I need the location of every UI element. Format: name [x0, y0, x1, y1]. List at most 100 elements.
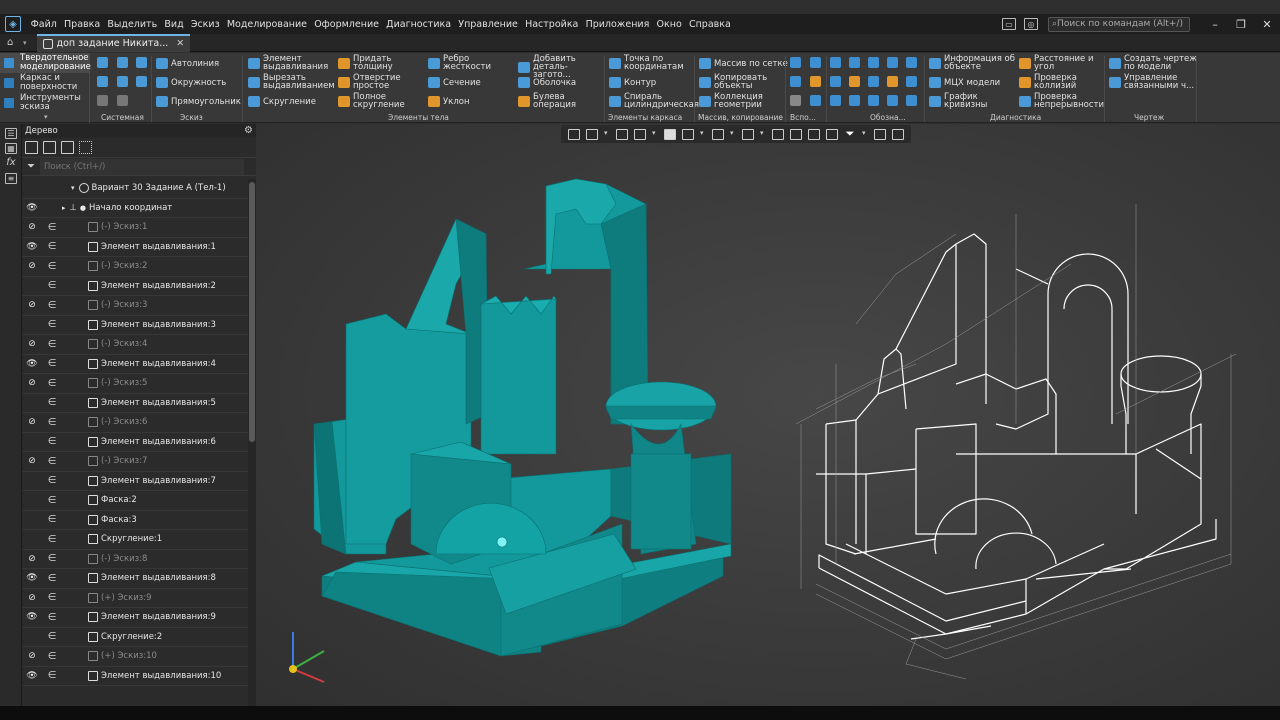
close-button[interactable]: ✕: [1254, 18, 1280, 31]
polyline-button[interactable]: Автолиния: [156, 58, 219, 69]
layers-icon[interactable]: ≡: [5, 173, 17, 184]
belongs-icon[interactable]: ∈: [42, 300, 62, 311]
command-search-input[interactable]: ⌕ Поиск по командам (Alt+/): [1048, 16, 1190, 32]
scrollbar-thumb[interactable]: [249, 182, 255, 442]
tree-row[interactable]: ⊘ ∈ (-) Эскиз:1: [22, 218, 248, 238]
extrude-button[interactable]: Элемент выдавливания: [248, 55, 332, 71]
tree-row[interactable]: ∈ Элемент выдавливания:2: [22, 277, 248, 296]
eye-icon[interactable]: 👁: [22, 671, 42, 681]
belongs-icon[interactable]: ∈: [42, 319, 62, 330]
aux-icon[interactable]: [790, 76, 801, 87]
eye-icon[interactable]: 👁: [22, 359, 42, 369]
tree-row[interactable]: ∈ Скругление:1: [22, 530, 248, 550]
menu-modeling[interactable]: Моделирование: [223, 19, 310, 30]
markup-icon[interactable]: [887, 76, 898, 87]
mode-surfaces[interactable]: Каркас и поверхности: [0, 73, 89, 93]
contour-button[interactable]: Контур: [609, 77, 656, 88]
markup-icon[interactable]: [868, 76, 879, 87]
markup-icon[interactable]: [887, 95, 898, 106]
menu-settings[interactable]: Настройка: [521, 19, 582, 30]
belongs-icon[interactable]: ∈: [42, 534, 62, 545]
belongs-icon[interactable]: ∈: [42, 222, 62, 233]
menu-file[interactable]: Файл: [27, 19, 60, 30]
window-layout-icon[interactable]: ▭: [1002, 18, 1016, 30]
section-button[interactable]: Сечение: [428, 77, 481, 88]
close-tab-icon[interactable]: ✕: [176, 38, 184, 49]
belongs-icon[interactable]: ∈: [42, 456, 62, 467]
create-drawing-button[interactable]: Создать чертеж по модели: [1109, 55, 1199, 71]
belongs-icon[interactable]: ∈: [42, 241, 62, 252]
markup-icon[interactable]: [868, 95, 879, 106]
menu-help[interactable]: Справка: [685, 19, 734, 30]
belongs-icon[interactable]: ∈: [42, 436, 62, 447]
curvature-button[interactable]: График кривизны: [929, 93, 1003, 109]
collision-button[interactable]: Проверка коллизий: [1019, 74, 1103, 90]
collapse-icon[interactable]: ▾: [44, 113, 48, 121]
menu-diagnostics[interactable]: Диагностика: [383, 19, 455, 30]
tree-row[interactable]: ∈ Фаска:3: [22, 511, 248, 530]
belongs-icon[interactable]: ∈: [42, 631, 62, 642]
menu-edit[interactable]: Правка: [60, 19, 103, 30]
gear-icon[interactable]: ⚙: [244, 125, 253, 136]
eye-icon[interactable]: 👁: [22, 203, 42, 213]
print-icon[interactable]: [117, 76, 128, 87]
tree-row[interactable]: ⊘ ∈ (-) Эскиз:3: [22, 296, 248, 316]
tree-row[interactable]: ⊘ ∈ (+) Эскиз:9: [22, 589, 248, 608]
mode-solid[interactable]: Твердотельное моделирование: [0, 53, 91, 73]
tree-row[interactable]: 👁 ∈ Элемент выдавливания:10: [22, 667, 248, 686]
hole-button[interactable]: Отверстие простое: [338, 74, 404, 90]
manage-drawings-button[interactable]: Управление связанными ч...: [1109, 74, 1199, 90]
tree-origin[interactable]: 👁 ▸ ⊥ ● Начало координат: [22, 199, 248, 218]
properties-icon[interactable]: [97, 76, 108, 87]
copy-objects-button[interactable]: Копировать объекты: [699, 74, 781, 90]
tree-row[interactable]: 👁 ∈ Элемент выдавливания:8: [22, 569, 248, 589]
tree-row[interactable]: ∈ Скругление:2: [22, 628, 248, 647]
tree-view-icon[interactable]: [61, 141, 74, 154]
tree-row[interactable]: ⊘ ∈ (-) Эскиз:6: [22, 413, 248, 433]
eye-icon[interactable]: 👁: [22, 612, 42, 622]
tree-row[interactable]: ∈ Элемент выдавливания:3: [22, 316, 248, 335]
belongs-icon[interactable]: ∈: [42, 339, 62, 350]
eye-hidden-icon[interactable]: ⊘: [22, 456, 42, 466]
point-button[interactable]: Точка по координатам: [609, 55, 693, 71]
restore-button[interactable]: ❐: [1228, 18, 1254, 31]
markup-icon[interactable]: [906, 95, 917, 106]
tree-row[interactable]: ⊘ ∈ (-) Эскиз:8: [22, 550, 248, 569]
belongs-icon[interactable]: ∈: [42, 651, 62, 662]
home-icon[interactable]: ⌂: [7, 37, 19, 48]
belongs-icon[interactable]: ∈: [42, 514, 62, 525]
markup-icon[interactable]: [830, 76, 841, 87]
menu-layout[interactable]: Оформление: [311, 19, 383, 30]
minimize-button[interactable]: –: [1202, 18, 1228, 31]
belongs-icon[interactable]: ∈: [42, 475, 62, 486]
document-tab[interactable]: доп задание Никита... ✕: [36, 33, 191, 52]
plane-icon[interactable]: [790, 57, 801, 68]
eye-hidden-icon[interactable]: ⊘: [22, 339, 42, 349]
tree-row[interactable]: ∈ Элемент выдавливания:7: [22, 472, 248, 491]
belongs-icon[interactable]: ∈: [42, 670, 62, 681]
undo-icon[interactable]: [97, 95, 108, 106]
tree-row[interactable]: 👁 ∈ Элемент выдавливания:4: [22, 355, 248, 374]
tree-order-icon[interactable]: [43, 141, 56, 154]
eye-hidden-icon[interactable]: ⊘: [22, 300, 42, 310]
fillet-button[interactable]: Скругление: [248, 96, 316, 107]
tree-scrollbar[interactable]: [248, 179, 256, 720]
belongs-icon[interactable]: ∈: [42, 280, 62, 291]
tree-row[interactable]: ⊘ ∈ (-) Эскиз:7: [22, 452, 248, 472]
belongs-icon[interactable]: ∈: [42, 495, 62, 506]
aux-icon[interactable]: [810, 95, 821, 106]
eye-hidden-icon[interactable]: ⊘: [22, 651, 42, 661]
markup-icon[interactable]: [887, 57, 898, 68]
expand-arrow-icon[interactable]: ▸: [62, 204, 66, 212]
menu-control[interactable]: Управление: [455, 19, 522, 30]
markup-icon[interactable]: [849, 57, 860, 68]
tree-row[interactable]: ⊘ ∈ (+) Эскиз:10: [22, 647, 248, 667]
boolean-button[interactable]: Булева операция: [518, 93, 598, 109]
tree-search-input[interactable]: [40, 158, 244, 175]
eye-hidden-icon[interactable]: ⊘: [22, 554, 42, 564]
belongs-icon[interactable]: ∈: [42, 417, 62, 428]
tree-root[interactable]: ▾ Вариант 30 Задание А (Тел-1): [22, 179, 248, 199]
eye-hidden-icon[interactable]: ⊘: [22, 593, 42, 603]
rectangle-button[interactable]: Прямоугольник: [156, 96, 241, 107]
3d-viewport[interactable]: ▾ ▾ ▾ ▾ ▾ ⏷ ▾: [256, 124, 1280, 720]
